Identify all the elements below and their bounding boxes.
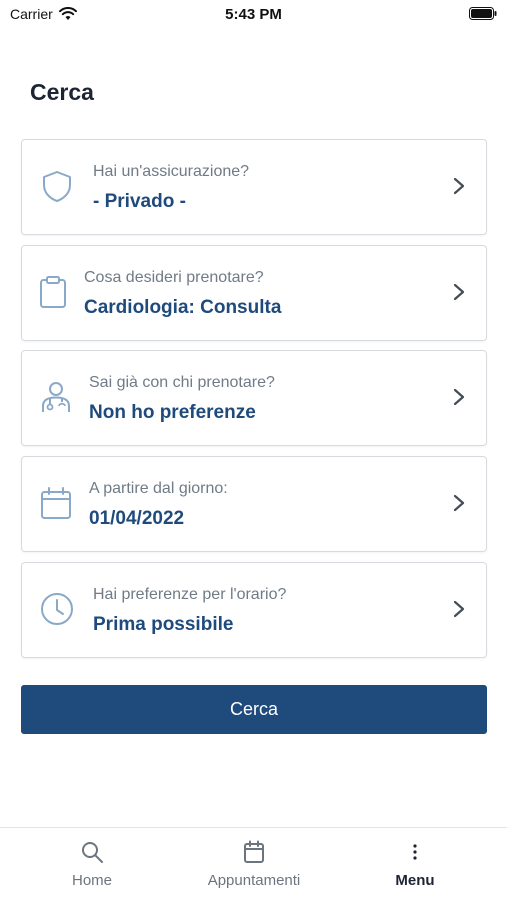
calendar-icon <box>244 840 264 863</box>
doctor-icon <box>42 382 70 412</box>
tab-menu-label: Menu <box>395 872 435 889</box>
shield-icon <box>43 171 71 202</box>
chevron-right-icon <box>453 177 465 195</box>
date-value: 01/04/2022 <box>89 508 185 529</box>
search-icon <box>82 842 103 863</box>
service-label: Cosa desideri prenotare? <box>84 269 264 286</box>
calendar-icon <box>41 487 71 519</box>
tab-home[interactable]: Home <box>40 828 144 901</box>
page-title: Cerca <box>30 79 94 105</box>
more-vertical-icon <box>413 844 417 860</box>
doctor-value: Non ho preferenze <box>89 402 256 423</box>
time-card[interactable]: Hai preferenze per l'orario? Prima possi… <box>21 562 487 658</box>
tab-menu[interactable]: Menu <box>375 828 455 901</box>
tab-appointments[interactable]: Appuntamenti <box>194 828 314 901</box>
chevron-right-icon <box>453 494 465 512</box>
clock-icon <box>41 593 73 625</box>
tab-appointments-label: Appuntamenti <box>207 872 301 889</box>
tab-home-label: Home <box>71 872 112 889</box>
service-value: Cardiologia: Consulta <box>84 297 282 318</box>
status-bar: Carrier 5:43 PM <box>0 0 507 30</box>
insurance-card[interactable]: Hai un'assicurazione? - Privado - <box>21 139 487 235</box>
tab-bar: Home Appuntamenti Menu <box>0 827 507 901</box>
clipboard-icon <box>40 276 66 308</box>
chevron-right-icon <box>453 600 465 618</box>
insurance-label: Hai un'assicurazione? <box>93 163 250 180</box>
search-button[interactable]: Cerca <box>21 685 487 734</box>
date-card[interactable]: A partire dal giorno: 01/04/2022 <box>21 456 487 552</box>
time-value: Prima possibile <box>93 614 234 635</box>
chevron-right-icon <box>453 388 465 406</box>
date-label: A partire dal giorno: <box>89 480 228 497</box>
battery-icon <box>469 7 497 20</box>
doctor-label: Sai già con chi prenotare? <box>89 374 275 391</box>
chevron-right-icon <box>453 283 465 301</box>
insurance-value: - Privado - <box>93 191 186 212</box>
status-time: 5:43 PM <box>225 6 282 23</box>
time-label: Hai preferenze per l'orario? <box>93 586 287 603</box>
service-card[interactable]: Cosa desideri prenotare? Cardiologia: Co… <box>21 245 487 341</box>
doctor-card[interactable]: Sai già con chi prenotare? Non ho prefer… <box>21 350 487 446</box>
